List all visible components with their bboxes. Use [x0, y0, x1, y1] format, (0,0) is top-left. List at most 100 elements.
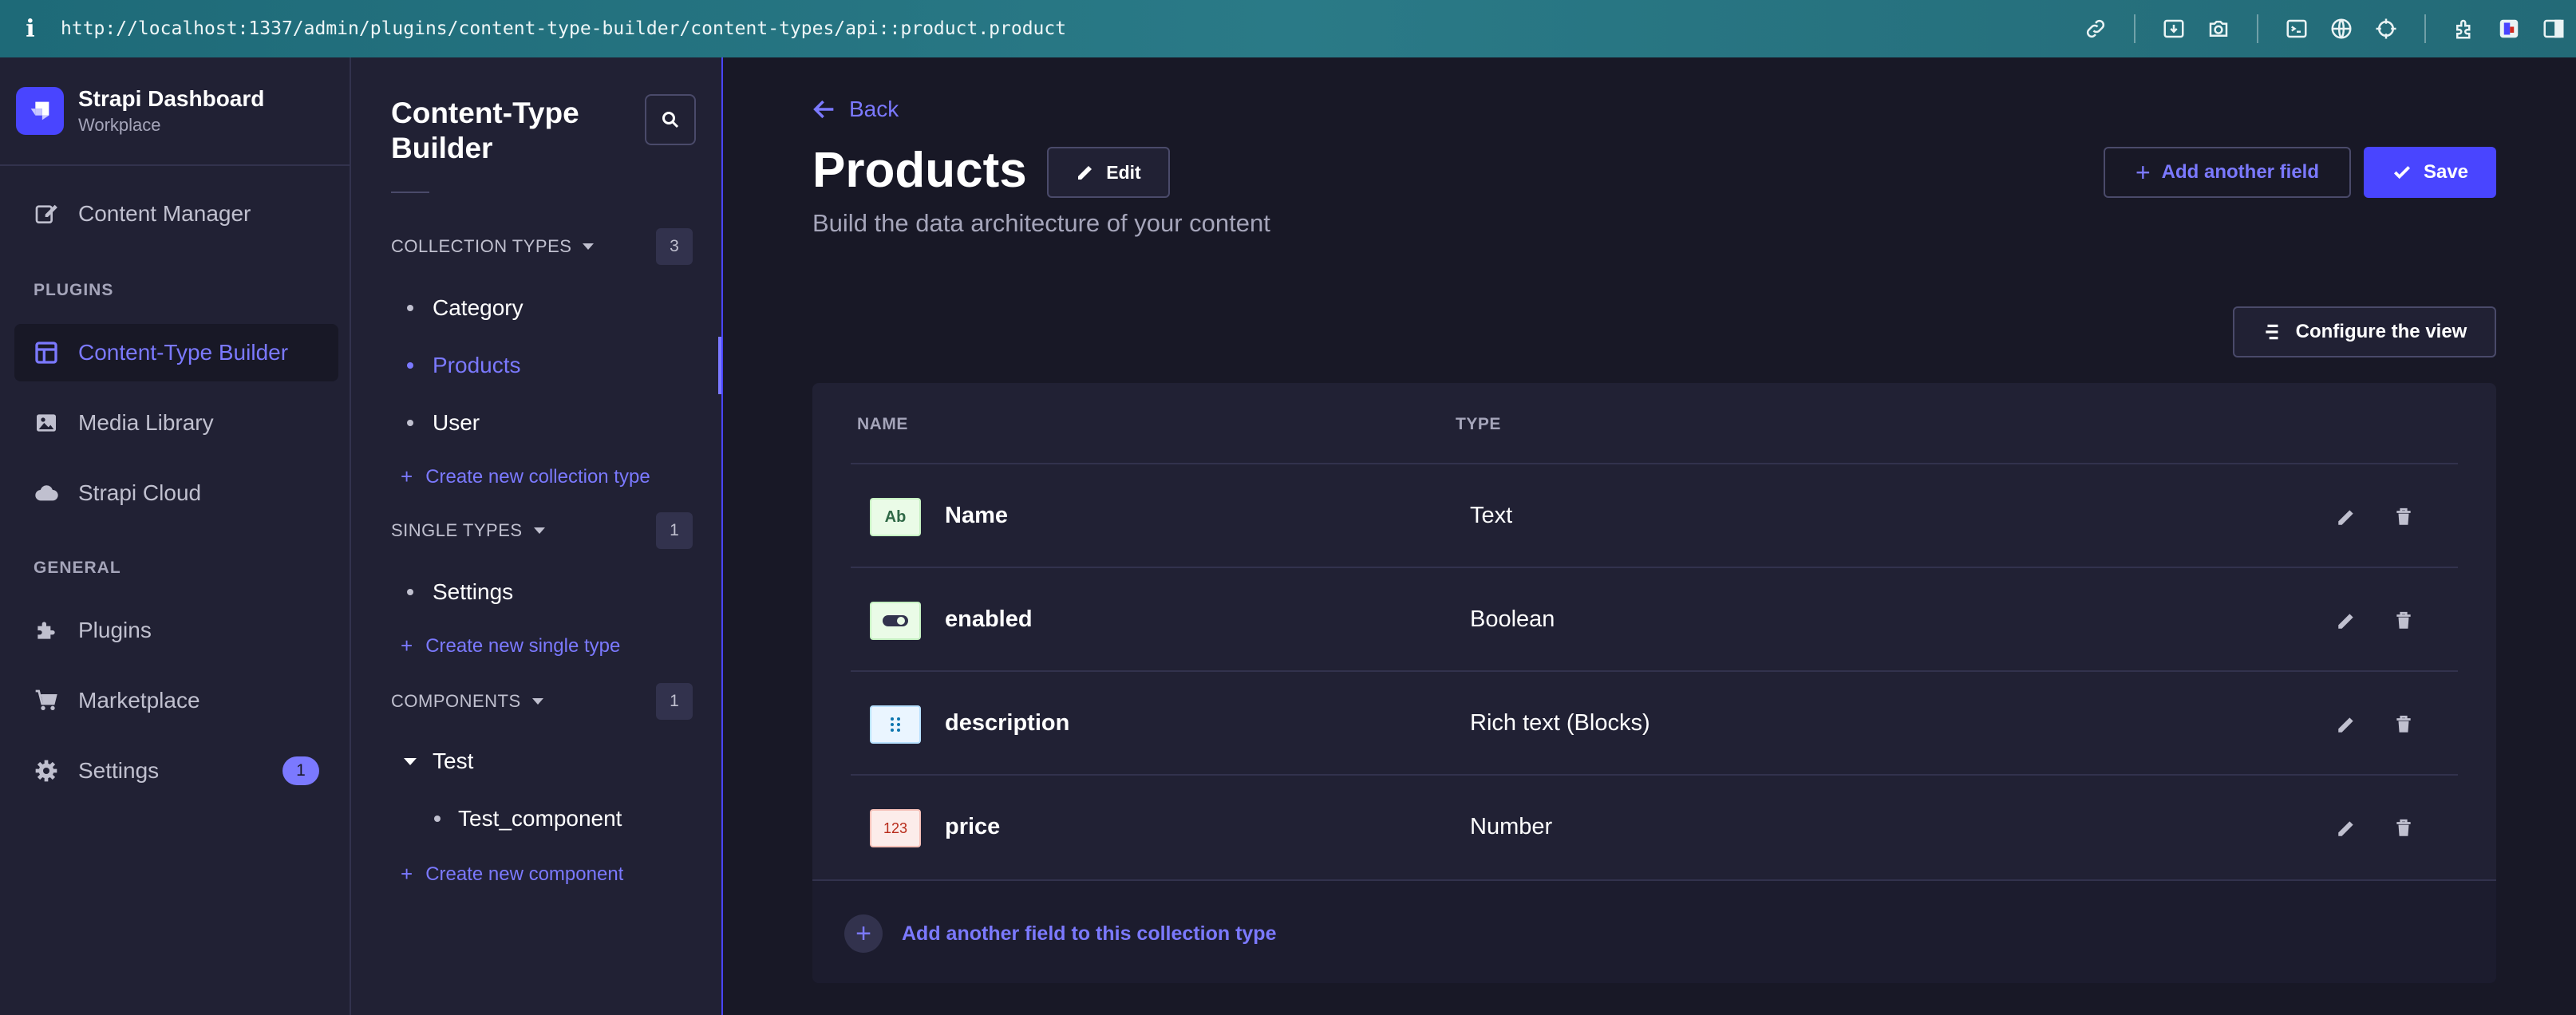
collection-type-user[interactable]: User: [407, 410, 480, 436]
browser-toolbar: [2073, 0, 2576, 57]
table-row[interactable]: enabled Boolean: [851, 567, 2458, 670]
brand-title: Strapi Dashboard: [78, 86, 265, 111]
download-icon[interactable]: [2151, 0, 2196, 57]
component-group-test[interactable]: Test: [404, 748, 473, 774]
search-button[interactable]: [645, 94, 696, 145]
sidebar-toggle-icon[interactable]: [2531, 0, 2576, 57]
number-type-icon: 123: [870, 809, 921, 847]
image-icon: [32, 409, 61, 437]
button-label: Save: [2423, 161, 2469, 183]
item-label: Settings: [433, 579, 514, 604]
info-icon[interactable]: i: [16, 14, 45, 43]
toolbar-divider: [2424, 14, 2426, 43]
bullet-icon: [407, 362, 413, 369]
link-label: Create new collection type: [425, 465, 650, 488]
collection-type-category[interactable]: Category: [407, 295, 523, 321]
url-text[interactable]: http://localhost:1337/admin/plugins/cont…: [61, 18, 1066, 39]
delete-field-button[interactable]: [2388, 605, 2420, 637]
table-row[interactable]: 123 price Number: [851, 774, 2458, 878]
field-name: enabled: [945, 606, 1033, 632]
plus-icon: +: [401, 634, 413, 658]
add-field-footer[interactable]: + Add another field to this collection t…: [812, 879, 2496, 983]
edit-field-button[interactable]: [2330, 709, 2362, 741]
content-type-builder-subnav: Content-Type Builder COLLECTION TYPES 3 …: [351, 57, 723, 1015]
add-field-to-collection-link[interactable]: Add another field to this collection typ…: [902, 922, 1276, 946]
pencil-icon: [2338, 614, 2353, 629]
fields-table: NAME TYPE Ab Name Text enabled Boolean d…: [812, 383, 2496, 983]
link-icon[interactable]: [2073, 0, 2118, 57]
nav-label: Content Manager: [78, 201, 251, 226]
delete-field-button[interactable]: [2388, 812, 2420, 844]
nav-section-general: GENERAL: [34, 559, 121, 577]
gear-icon: [32, 756, 61, 785]
create-single-type-link[interactable]: + Create new single type: [401, 634, 620, 658]
nav-strapi-cloud[interactable]: Strapi Cloud: [14, 464, 338, 522]
configure-view-button[interactable]: Configure the view: [2233, 306, 2496, 357]
pencil-icon: [2338, 510, 2353, 525]
profile-extension-icon[interactable]: [2487, 0, 2531, 57]
edit-field-button[interactable]: [2330, 812, 2362, 844]
table-row[interactable]: description Rich text (Blocks): [851, 670, 2458, 774]
nav-content-manager[interactable]: Content Manager: [14, 185, 338, 243]
nav-label: Settings: [78, 758, 160, 783]
plus-icon: +: [401, 464, 413, 488]
boolean-type-icon: [870, 602, 921, 640]
delete-field-button[interactable]: [2388, 501, 2420, 533]
toolbar-divider: [2257, 14, 2258, 43]
link-label: Create new single type: [425, 634, 621, 657]
nav-plugins[interactable]: Plugins: [14, 602, 338, 659]
back-link[interactable]: Back: [811, 96, 899, 123]
layout-icon: [32, 338, 61, 367]
trash-icon: [2396, 508, 2411, 525]
globe-icon[interactable]: [2319, 0, 2364, 57]
nav-label: Marketplace: [78, 688, 200, 713]
blocks-type-icon: [870, 705, 921, 744]
extensions-icon[interactable]: [2442, 0, 2487, 57]
settings-notification-badge: 1: [282, 756, 319, 785]
camera-icon[interactable]: [2196, 0, 2241, 57]
table-row[interactable]: Ab Name Text: [851, 463, 2458, 567]
link-label: Create new component: [425, 863, 624, 885]
text-type-icon: Ab: [870, 498, 921, 536]
save-button[interactable]: Save: [2364, 147, 2496, 198]
caret-down-icon: [533, 527, 545, 534]
caret-down-icon: [583, 243, 595, 250]
nav-label: Plugins: [78, 618, 152, 642]
nav-label: Media Library: [78, 410, 214, 435]
bullet-icon: [407, 305, 413, 311]
shopping-cart-icon: [32, 686, 61, 715]
list-settings-icon: [2265, 324, 2278, 340]
nav-content-type-builder[interactable]: Content-Type Builder: [14, 324, 338, 381]
collection-types-toggle[interactable]: COLLECTION TYPES: [391, 236, 595, 257]
edit-field-button[interactable]: [2330, 501, 2362, 533]
plus-circle-icon: +: [844, 914, 883, 953]
add-another-field-button[interactable]: + Add another field: [2104, 147, 2351, 198]
caret-down-icon: [404, 757, 417, 765]
button-label: Configure the view: [2295, 321, 2467, 342]
edit-button[interactable]: Edit: [1047, 147, 1170, 198]
component-test-component[interactable]: Test_component: [434, 806, 622, 831]
trash-icon: [2396, 715, 2411, 733]
components-toggle[interactable]: COMPONENTS: [391, 691, 543, 712]
nav-media-library[interactable]: Media Library: [14, 394, 338, 452]
components-count: 1: [656, 683, 693, 720]
single-types-toggle[interactable]: SINGLE TYPES: [391, 520, 545, 541]
crosshair-icon[interactable]: [2364, 0, 2408, 57]
delete-field-button[interactable]: [2388, 709, 2420, 741]
single-type-settings[interactable]: Settings: [407, 579, 513, 605]
brand-subtitle: Workplace: [78, 115, 161, 135]
create-component-link[interactable]: + Create new component: [401, 862, 623, 887]
collection-types-count: 3: [656, 228, 693, 265]
nav-settings[interactable]: Settings 1: [14, 742, 338, 800]
collection-type-products[interactable]: Products: [407, 353, 521, 378]
page-title: Products: [812, 143, 1027, 198]
nav-marketplace[interactable]: Marketplace: [14, 672, 338, 729]
trash-icon: [2396, 611, 2411, 629]
workspace-brand[interactable]: Strapi Dashboard Workplace: [0, 57, 350, 166]
create-collection-type-link[interactable]: + Create new collection type: [401, 464, 650, 489]
edit-field-button[interactable]: [2330, 605, 2362, 637]
terminal-icon[interactable]: [2274, 0, 2319, 57]
item-label: Products: [433, 353, 521, 377]
trash-icon: [2396, 819, 2411, 836]
single-types-count: 1: [656, 512, 693, 549]
